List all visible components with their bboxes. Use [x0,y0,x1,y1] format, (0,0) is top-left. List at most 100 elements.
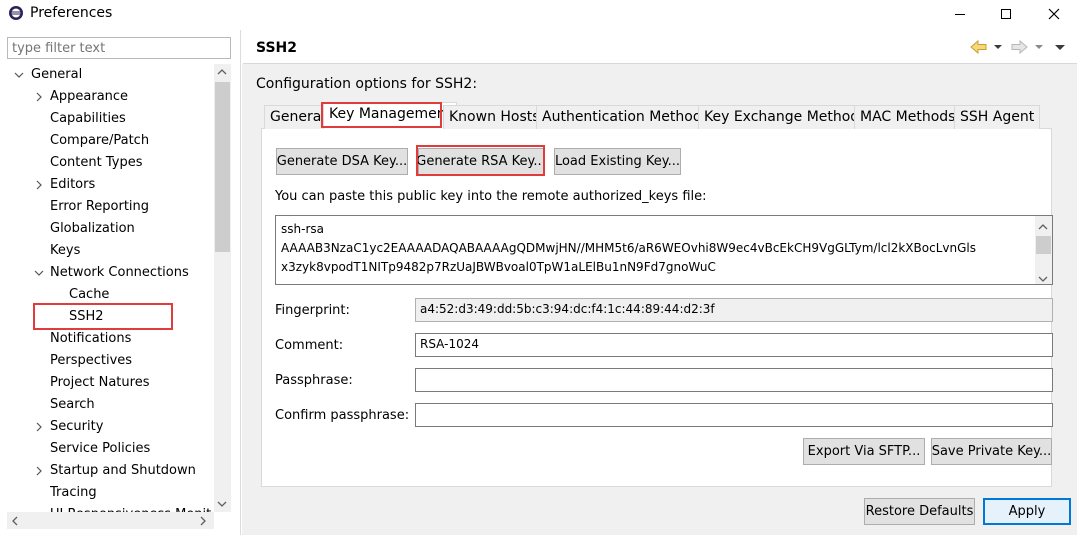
back-arrow-icon [970,39,1002,55]
public-key-line: x3zyk8vpodT1NITp9482p7RzUaJBWBvoal0TpW1a… [281,260,716,274]
tree-item[interactable]: Compare/Patch [0,130,213,152]
tree-item-label: Project Natures [50,375,150,390]
tree-item-label: Notifications [50,331,132,346]
maximize-icon [1001,9,1011,19]
paste-key-label: You can paste this public key into the r… [275,189,707,204]
scroll-down-icon[interactable] [216,498,228,513]
chevron-down-icon[interactable] [1038,272,1048,287]
scroll-right-icon[interactable] [198,515,208,531]
tree-item-label: Content Types [50,155,143,170]
eclipse-app-icon [8,5,24,21]
tree-item-label: Network Connections [50,265,189,280]
tree-item[interactable]: SSH2 [0,306,213,328]
tree-item-label: Perspectives [50,353,133,368]
chevron-right-icon[interactable] [34,174,44,196]
generate-dsa-key-button[interactable]: Generate DSA Key... [276,148,408,175]
tree-item-label: Appearance [50,89,129,104]
public-key-text: ssh-rsa AAAAB3NzaC1yc2EAAAADAQABAAAAgQDM… [281,220,1033,277]
minimize-icon [955,14,965,15]
chevron-right-icon[interactable] [34,460,44,482]
minimize-button[interactable] [937,0,983,28]
tree-item[interactable]: UI Responsiveness Monit [0,504,213,512]
tree-item-label: Editors [50,177,96,192]
tree-scroll-thumb[interactable] [215,82,230,252]
public-key-scroll-thumb[interactable] [1036,236,1051,254]
tree-item[interactable]: Startup and Shutdown [0,460,213,482]
passphrase-field[interactable] [415,368,1053,392]
passphrase-label: Passphrase: [275,373,353,388]
tree-item-label: Error Reporting [50,199,150,214]
confirm-passphrase-field[interactable] [415,403,1053,427]
forward-nav-button[interactable] [1010,38,1044,60]
chevron-down-icon[interactable] [34,262,44,284]
config-label: Configuration options for SSH2: [256,76,478,92]
tree-item-label: Search [50,397,95,412]
scroll-up-icon[interactable] [216,66,228,81]
tree-item[interactable]: Content Types [0,152,213,174]
comment-field[interactable]: RSA-1024 [415,333,1053,357]
fingerprint-label: Fingerprint: [275,303,350,318]
window-title: Preferences [30,5,113,21]
panel-splitter[interactable] [240,30,241,535]
tree-item[interactable]: Appearance [0,86,213,108]
tree-item[interactable]: Editors [0,174,213,196]
chevron-down-icon[interactable] [14,64,24,86]
tree-item[interactable]: Project Natures [0,372,213,394]
tree-item[interactable]: Globalization [0,218,213,240]
tab-general[interactable]: General [264,105,332,129]
header-divider [243,63,1077,64]
tree-item-label: Globalization [50,221,135,236]
tree-item[interactable]: Service Policies [0,438,213,460]
confirm-passphrase-label: Confirm passphrase: [275,408,410,423]
tree-item-label: Startup and Shutdown [50,463,196,478]
maximize-button[interactable] [983,0,1029,28]
tree-item-label: Keys [50,243,81,258]
close-button[interactable] [1031,0,1077,28]
tree-item[interactable]: Perspectives [0,350,213,372]
filter-input[interactable] [7,37,231,59]
save-private-key-button[interactable]: Save Private Key... [931,438,1052,465]
tree-item[interactable]: Capabilities [0,108,213,130]
page-title: SSH2 [256,40,297,56]
tree-item[interactable]: Tracing [0,482,213,504]
tree-item-label: Cache [69,287,110,302]
tree-item-label: UI Responsiveness Monit [50,504,211,512]
public-key-line: AAAAB3NzaC1yc2EAAAADAQABAAAAgQDMwjHN//MH… [281,241,976,255]
tree-item[interactable]: Security [0,416,213,438]
public-key-scrollbar[interactable] [1035,216,1052,284]
close-icon [1048,8,1060,20]
tab-known-hosts[interactable]: Known Hosts [443,105,546,129]
export-via-sftp-button[interactable]: Export Via SFTP... [803,438,925,465]
tree-item-label: Capabilities [50,111,126,126]
tab-mac-methods[interactable]: MAC Methods [854,105,962,129]
tree-item[interactable]: Notifications [0,328,213,350]
chevron-right-icon[interactable] [34,86,44,108]
chevron-right-icon[interactable] [34,416,44,438]
forward-arrow-icon [1011,39,1043,55]
public-key-textarea[interactable]: ssh-rsa AAAAB3NzaC1yc2EAAAADAQABAAAAgQDM… [275,215,1053,285]
public-key-line: ssh-rsa [281,222,324,236]
apply-button[interactable]: Apply [983,498,1071,525]
tree-item[interactable]: General [0,64,213,86]
tab-key-management[interactable]: Key Management [323,102,458,129]
tree-item[interactable]: Cache [0,284,213,306]
tree-item-label: Tracing [50,485,97,500]
fingerprint-field[interactable]: a4:52:d3:49:dd:5b:c3:94:dc:f4:1c:44:89:4… [415,298,1053,322]
scroll-left-icon[interactable] [10,515,20,531]
tab-authentication-methods[interactable]: Authentication Methods [536,105,716,129]
tree-item[interactable]: Network Connections [0,262,213,284]
chevron-up-icon[interactable] [1038,220,1048,235]
tree-item[interactable]: Keys [0,240,213,262]
tree-item[interactable]: Error Reporting [0,196,213,218]
restore-defaults-button[interactable]: Restore Defaults [864,498,975,525]
tree-item[interactable]: Search [0,394,213,416]
back-nav-button[interactable] [969,38,1003,60]
tab-key-exchange-methods[interactable]: Key Exchange Methods [698,105,873,129]
generate-rsa-key-button[interactable]: Generate RSA Key... [416,148,546,175]
tree-item-label: General [31,67,83,82]
view-menu-button[interactable] [1053,42,1067,57]
menu-triangle-icon [1055,45,1065,50]
tree-horizontal-scrollbar[interactable] [7,512,214,529]
tab-ssh-agent[interactable]: SSH Agent [954,105,1041,129]
load-existing-key-button[interactable]: Load Existing Key... [554,148,681,175]
